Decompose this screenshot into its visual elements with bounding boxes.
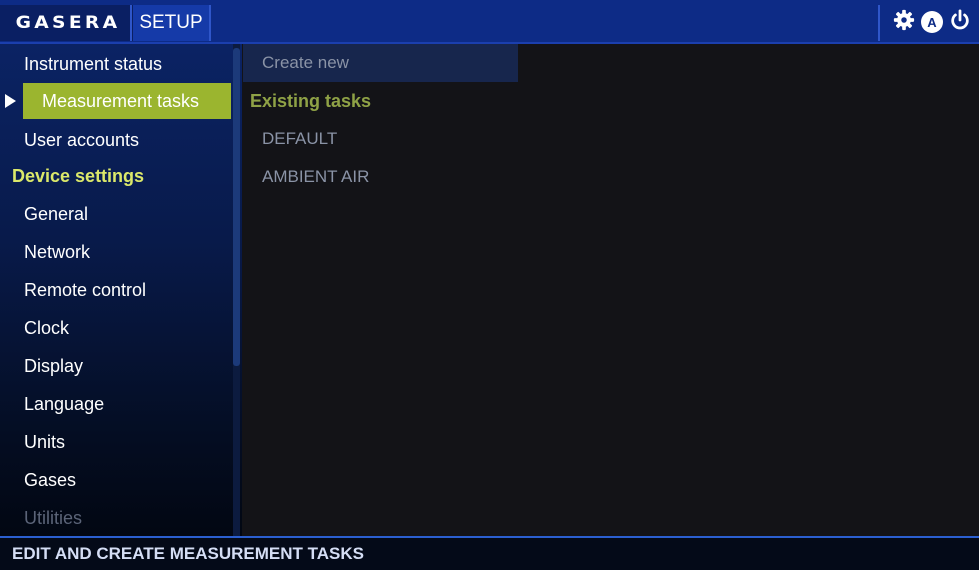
- user-a-icon[interactable]: A: [921, 11, 943, 33]
- sidebar-item-gases[interactable]: Gases: [0, 461, 232, 499]
- sidebar-item-utilities[interactable]: Utilities: [0, 499, 232, 537]
- power-icon[interactable]: [949, 8, 971, 36]
- status-bar: EDIT AND CREATE MEASUREMENT TASKS: [0, 536, 979, 570]
- sidebar-item-network[interactable]: Network: [0, 233, 232, 271]
- sidebar-item-remote-control[interactable]: Remote control: [0, 271, 232, 309]
- create-new-button[interactable]: Create new: [243, 44, 518, 82]
- selection-arrow-icon: [5, 94, 16, 108]
- sidebar-item-label: Clock: [24, 317, 70, 338]
- sidebar-scrollbar-thumb[interactable]: [233, 48, 240, 366]
- sidebar: Instrument status Measurement tasks User…: [0, 44, 242, 536]
- tab-divider: [209, 5, 211, 41]
- status-text: EDIT AND CREATE MEASUREMENT TASKS: [12, 544, 364, 563]
- sidebar-item-label: Language: [24, 393, 105, 414]
- top-icons: A: [893, 8, 971, 36]
- sidebar-item-units[interactable]: Units: [0, 423, 232, 461]
- existing-tasks-header: Existing tasks: [250, 91, 372, 111]
- sidebar-item-clock[interactable]: Clock: [0, 309, 232, 347]
- sidebar-item-label: Measurement tasks: [42, 90, 200, 111]
- task-item-ambient-air[interactable]: AMBIENT AIR: [262, 167, 369, 187]
- sidebar-item-label: Network: [24, 241, 91, 262]
- gear-icon[interactable]: [893, 9, 915, 36]
- sidebar-item-instrument-status[interactable]: Instrument status: [0, 45, 232, 83]
- sidebar-item-label: Display: [24, 355, 84, 376]
- top-bar: GASERA SETUP A: [0, 0, 979, 44]
- sidebar-item-label: Utilities: [24, 507, 83, 528]
- icons-divider: [878, 5, 880, 41]
- sidebar-item-label: General: [24, 203, 89, 224]
- sidebar-item-display[interactable]: Display: [0, 347, 232, 385]
- sidebar-item-label: User accounts: [24, 129, 140, 150]
- sidebar-item-label: Instrument status: [24, 53, 163, 74]
- sidebar-item-general[interactable]: General: [0, 195, 232, 233]
- gasera-logo: GASERA: [0, 5, 137, 41]
- sidebar-item-label: Units: [24, 431, 66, 452]
- tab-divider: [130, 5, 132, 41]
- sidebar-item-measurement-tasks[interactable]: Measurement tasks: [23, 83, 231, 119]
- task-item-default[interactable]: DEFAULT: [262, 129, 337, 149]
- tab-setup[interactable]: SETUP: [133, 5, 209, 41]
- sidebar-item-label: Remote control: [24, 279, 147, 300]
- device-settings-header: Device settings: [12, 166, 145, 186]
- sidebar-item-language[interactable]: Language: [0, 385, 232, 423]
- sidebar-item-label: Gases: [24, 469, 77, 490]
- sidebar-item-user-accounts[interactable]: User accounts: [0, 121, 232, 159]
